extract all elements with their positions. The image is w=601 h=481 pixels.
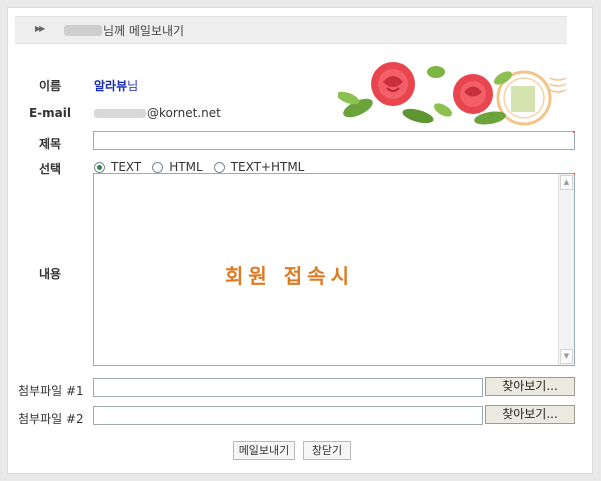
- radio-html-label: HTML: [169, 160, 203, 174]
- textarea-scrollbar[interactable]: ▲ ▼: [558, 174, 574, 365]
- rose-icon: [371, 62, 415, 106]
- email-label: E-mail: [28, 106, 71, 120]
- attach2-label: 첨부파일 #2: [18, 412, 84, 426]
- radio-text-html[interactable]: TEXT+HTML: [213, 160, 305, 174]
- select-label: 선택: [38, 162, 62, 176]
- recipient-name-blurred: [64, 25, 102, 36]
- member-login-notice: 회원 접속시: [225, 264, 354, 288]
- attach2-file-input[interactable]: [93, 406, 483, 425]
- close-window-button[interactable]: 창닫기: [303, 441, 351, 460]
- title-bar: ▶▶ 님께 메일보내기: [15, 16, 567, 44]
- subject-input[interactable]: [93, 131, 575, 150]
- double-chevron-right-icon: ▶▶: [35, 24, 45, 33]
- email-user-blurred: [94, 109, 146, 118]
- radio-text[interactable]: TEXT: [94, 160, 141, 174]
- attach1-browse-button[interactable]: 찾아보기...: [485, 377, 575, 396]
- name-suffix: 님: [127, 79, 139, 93]
- subject-label: 제목: [38, 137, 62, 151]
- email-domain: @kornet.net: [147, 106, 221, 120]
- title-text: 님께 메일보내기: [103, 24, 185, 38]
- content-label: 내용: [38, 267, 62, 281]
- scroll-up-icon[interactable]: ▲: [560, 175, 573, 190]
- attach1-label: 첨부파일 #1: [18, 384, 84, 398]
- name-value: 알라뷰님: [94, 77, 138, 94]
- scroll-down-icon[interactable]: ▼: [560, 349, 573, 364]
- radio-text-button[interactable]: [94, 161, 105, 173]
- format-radio-group: TEXT HTML TEXT+HTML: [94, 160, 315, 174]
- content-textarea[interactable]: 회원 접속시 ▲ ▼: [93, 173, 575, 366]
- radio-html-button[interactable]: [152, 161, 164, 173]
- radio-html[interactable]: HTML: [152, 160, 203, 174]
- name-label: 이름: [38, 79, 62, 93]
- roses-decoration-image: [338, 62, 567, 126]
- rose-icon-2: [453, 74, 493, 114]
- radio-text-html-label: TEXT+HTML: [230, 160, 305, 174]
- radio-text-label: TEXT: [111, 160, 142, 174]
- radio-text-html-button[interactable]: [213, 161, 225, 173]
- attach1-file-input[interactable]: [93, 378, 483, 397]
- attach2-browse-button[interactable]: 찾아보기...: [485, 405, 575, 424]
- send-mail-button[interactable]: 메일보내기: [233, 441, 295, 460]
- name-text: 알라뷰: [94, 79, 128, 93]
- email-value: @kornet.net: [94, 106, 221, 120]
